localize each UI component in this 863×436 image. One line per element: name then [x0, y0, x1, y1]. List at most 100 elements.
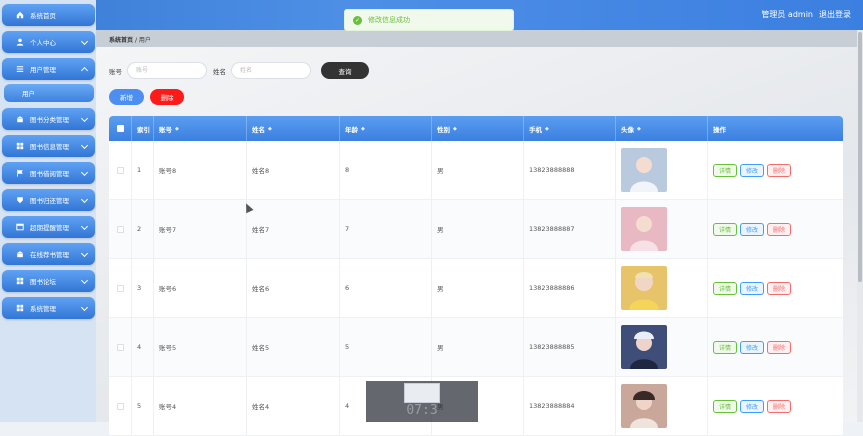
- sidebar-item-system-management[interactable]: 系统管理: [2, 297, 95, 319]
- page-scrollbar[interactable]: [857, 30, 863, 422]
- cell-account: 账号4: [154, 377, 247, 435]
- row-checkbox[interactable]: [116, 225, 124, 233]
- header-avatar[interactable]: 头像 ◆: [616, 116, 708, 141]
- header-gender[interactable]: 性别 ◆: [432, 116, 524, 141]
- sidebar-item-home[interactable]: 系统首页: [2, 4, 95, 26]
- remove-button[interactable]: 删除: [767, 340, 792, 354]
- header-index: 索引: [132, 116, 154, 141]
- building-icon: [16, 250, 24, 258]
- cell-account: 账号5: [154, 318, 247, 376]
- detail-button[interactable]: 详情: [713, 281, 738, 295]
- cell-name: 姓名6: [247, 259, 340, 317]
- detail-button[interactable]: 详情: [713, 340, 738, 354]
- avatar[interactable]: [621, 207, 667, 251]
- cell-avatar: [616, 259, 708, 317]
- sidebar-item-profile[interactable]: 个人中心: [2, 31, 95, 53]
- cell-age: 8: [340, 141, 432, 199]
- row-select-cell: [109, 377, 132, 435]
- sidebar-item-book-category[interactable]: 图书分类管理: [2, 108, 95, 130]
- cell-phone: 13823888887: [524, 200, 616, 258]
- avatar[interactable]: [621, 384, 667, 428]
- remove-button[interactable]: 删除: [767, 163, 792, 177]
- name-input[interactable]: [231, 62, 311, 79]
- account-input[interactable]: [127, 62, 207, 79]
- remove-button[interactable]: 删除: [767, 222, 792, 236]
- sidebar-item-label: 用户管理: [30, 66, 56, 74]
- logout-link[interactable]: 退出登录: [819, 9, 851, 20]
- name-label: 姓名: [213, 67, 226, 76]
- avatar[interactable]: [621, 325, 667, 369]
- cell-avatar: [616, 141, 708, 199]
- grid-icon: [16, 277, 24, 285]
- header-label: 姓名: [252, 125, 265, 134]
- sidebar-item-user-management[interactable]: 用户管理: [2, 58, 95, 80]
- edit-button[interactable]: 修改: [740, 340, 765, 354]
- row-checkbox[interactable]: [116, 402, 124, 410]
- header-account[interactable]: 账号 ◆: [154, 116, 247, 141]
- grid-icon: [16, 142, 24, 150]
- scrollbar-thumb[interactable]: [858, 32, 862, 282]
- header-label: 年龄: [345, 125, 358, 134]
- edit-button[interactable]: 修改: [740, 399, 765, 413]
- sidebar-subitem-label: 用户: [22, 90, 35, 98]
- chevron-down-icon: [80, 249, 89, 258]
- avatar[interactable]: [621, 148, 667, 192]
- cell-index: 4: [132, 318, 154, 376]
- remove-button[interactable]: 删除: [767, 281, 792, 295]
- sidebar-item-book-return[interactable]: 图书归还管理: [2, 189, 95, 211]
- sidebar-item-book-forum[interactable]: 图书论坛: [2, 270, 95, 292]
- main-content: 账号 姓名 查询 新增 删除 索引 账号◆ 姓名◆ 年龄◆ 性别◆ 手机◆ 头像…: [96, 47, 863, 436]
- row-checkbox[interactable]: [116, 166, 124, 174]
- detail-button[interactable]: 详情: [713, 163, 738, 177]
- sidebar-item-label: 系统管理: [30, 305, 56, 313]
- cell-index: 2: [132, 200, 154, 258]
- edit-button[interactable]: 修改: [740, 281, 765, 295]
- edit-button[interactable]: 修改: [740, 163, 765, 177]
- window-icon: [16, 223, 24, 231]
- cell-account: 账号6: [154, 259, 247, 317]
- sidebar-item-label: 图书归还管理: [30, 197, 69, 205]
- sidebar-item-book-recommend[interactable]: 在线荐书管理: [2, 243, 95, 265]
- cell-name: 姓名5: [247, 318, 340, 376]
- cell-name: 姓名8: [247, 141, 340, 199]
- check-circle-icon: ✓: [353, 15, 362, 25]
- cell-phone: 13823888884: [524, 377, 616, 435]
- row-checkbox[interactable]: [116, 284, 124, 292]
- cell-avatar: [616, 377, 708, 435]
- cell-phone: 13823888885: [524, 318, 616, 376]
- header-name[interactable]: 姓名 ◆: [247, 116, 340, 141]
- table-row: 3 账号6 姓名6 6 男 13823888886 详情 修改 删除: [109, 259, 843, 318]
- user-area: 管理员 admin 退出登录: [761, 9, 851, 20]
- detail-button[interactable]: 详情: [713, 222, 738, 236]
- query-button[interactable]: 查询: [321, 62, 369, 79]
- sort-icon: ◆: [637, 125, 641, 132]
- chevron-down-icon: [80, 222, 89, 231]
- breadcrumb-separator: /: [134, 37, 137, 44]
- avatar[interactable]: [621, 266, 667, 310]
- header-phone[interactable]: 手机 ◆: [524, 116, 616, 141]
- row-checkbox[interactable]: [116, 343, 124, 351]
- success-toast: ✓ 修改信息成功: [344, 9, 514, 31]
- list-icon: [16, 65, 24, 73]
- detail-button[interactable]: 详情: [713, 399, 738, 413]
- sidebar-item-label: 在线荐书管理: [30, 251, 69, 259]
- cell-age: 6: [340, 259, 432, 317]
- edit-button[interactable]: 修改: [740, 222, 765, 236]
- breadcrumb-home[interactable]: 系统首页: [109, 37, 133, 44]
- home-icon: [16, 11, 24, 19]
- delete-button[interactable]: 删除: [150, 89, 184, 105]
- remove-button[interactable]: 删除: [767, 399, 792, 413]
- chevron-down-icon: [80, 195, 89, 204]
- sort-icon: ◆: [268, 125, 272, 132]
- select-all-checkbox[interactable]: [116, 125, 124, 132]
- sidebar-item-label: 图书信息管理: [30, 143, 69, 151]
- add-button[interactable]: 新增: [109, 89, 144, 105]
- header-actions: 操作: [708, 116, 843, 141]
- header-label: 头像: [621, 125, 634, 134]
- sidebar-item-book-borrow[interactable]: 图书借阅管理: [2, 162, 95, 184]
- sidebar-item-book-info[interactable]: 图书信息管理: [2, 135, 95, 157]
- sidebar-item-overdue-reminder[interactable]: 超期提醒管理: [2, 216, 95, 238]
- header-age[interactable]: 年龄 ◆: [340, 116, 432, 141]
- user-icon: [16, 38, 24, 46]
- sidebar-subitem-users[interactable]: 用户: [4, 84, 94, 102]
